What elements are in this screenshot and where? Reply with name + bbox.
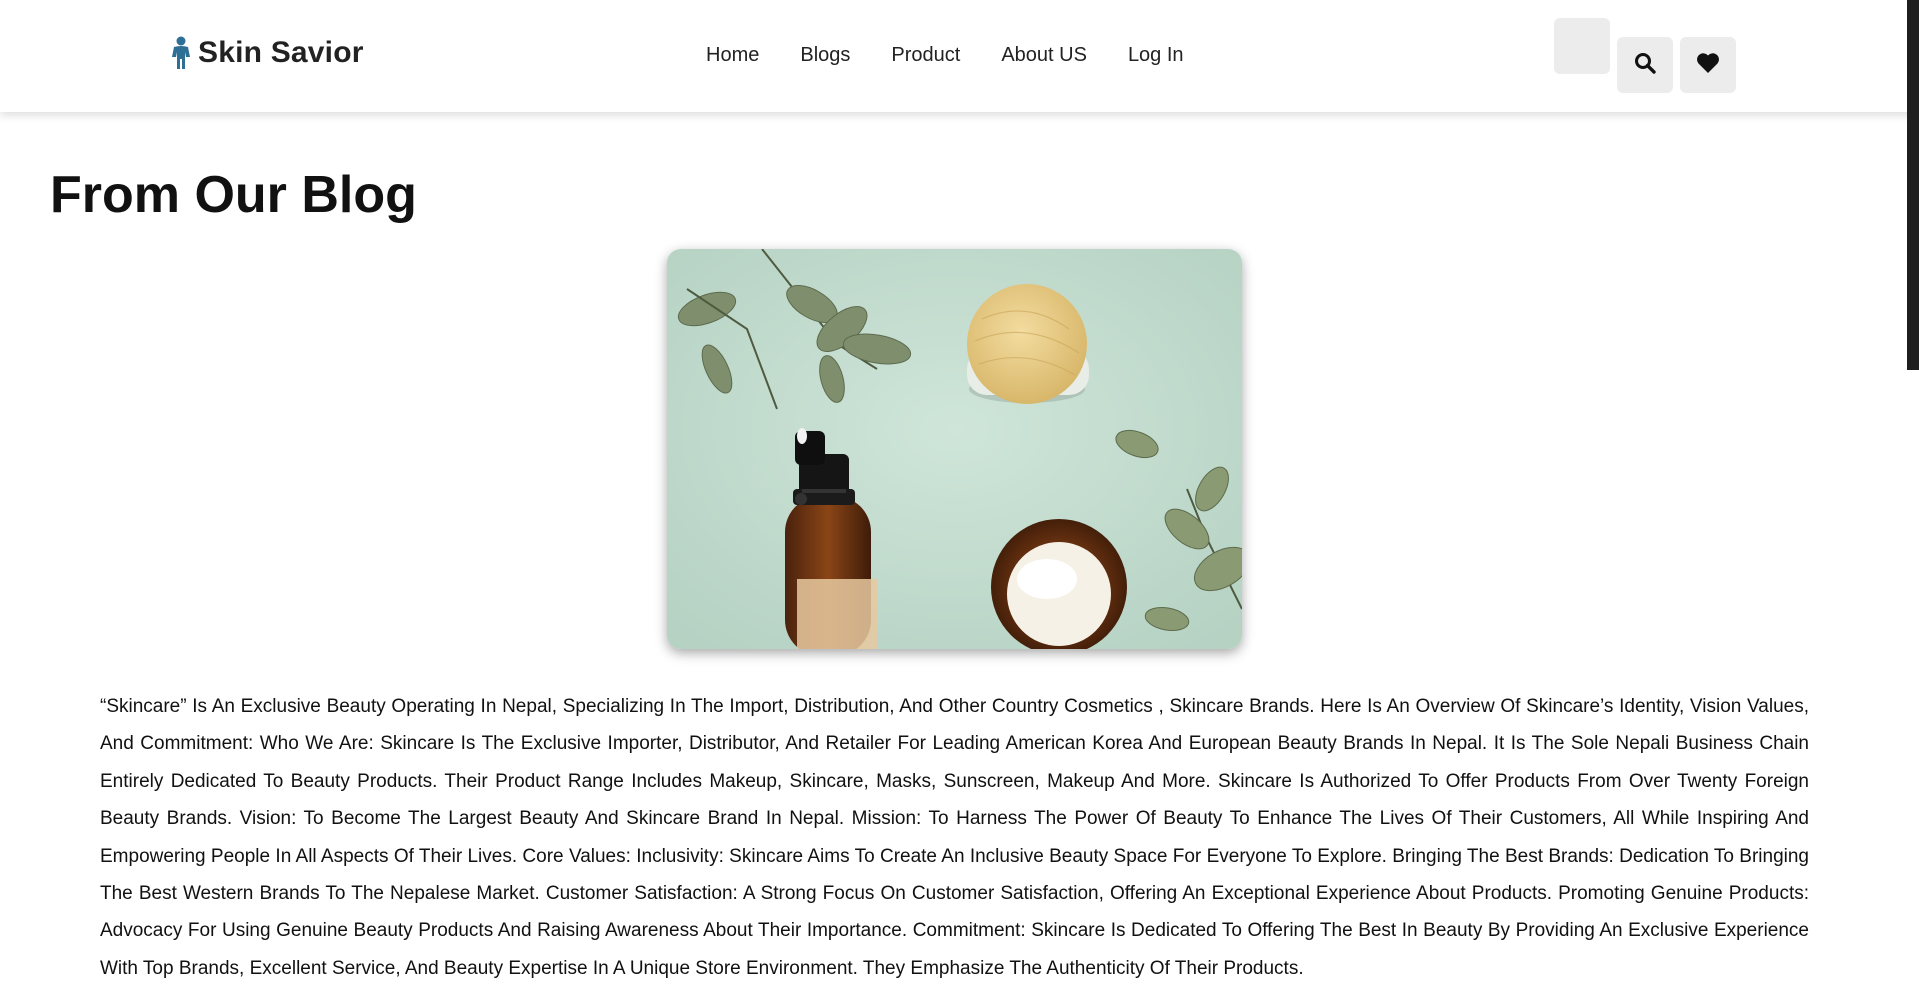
scrollbar[interactable] xyxy=(1907,0,1919,370)
nav-product[interactable]: Product xyxy=(891,44,960,67)
main-nav: Home Blogs Product About US Log In xyxy=(706,44,1184,67)
blog-image xyxy=(667,249,1242,649)
person-icon xyxy=(170,36,192,70)
nav-about-us[interactable]: About US xyxy=(1001,44,1087,67)
search-button[interactable] xyxy=(1617,37,1673,93)
wishlist-button[interactable] xyxy=(1680,37,1736,93)
heart-icon xyxy=(1696,52,1720,79)
nav-log-in[interactable]: Log In xyxy=(1128,44,1184,67)
brand-name: Skin Savior xyxy=(198,36,364,69)
blank-action-button[interactable] xyxy=(1554,18,1610,74)
site-header: Skin Savior Home Blogs Product About US … xyxy=(0,0,1919,112)
blog-body-text: “Skincare” Is An Exclusive Beauty Operat… xyxy=(100,696,1809,979)
search-icon xyxy=(1634,52,1656,79)
nav-home[interactable]: Home xyxy=(706,44,759,67)
brand-logo[interactable]: Skin Savior xyxy=(170,36,364,70)
nav-blogs[interactable]: Blogs xyxy=(800,44,850,67)
page-title: From Our Blog xyxy=(50,166,417,224)
